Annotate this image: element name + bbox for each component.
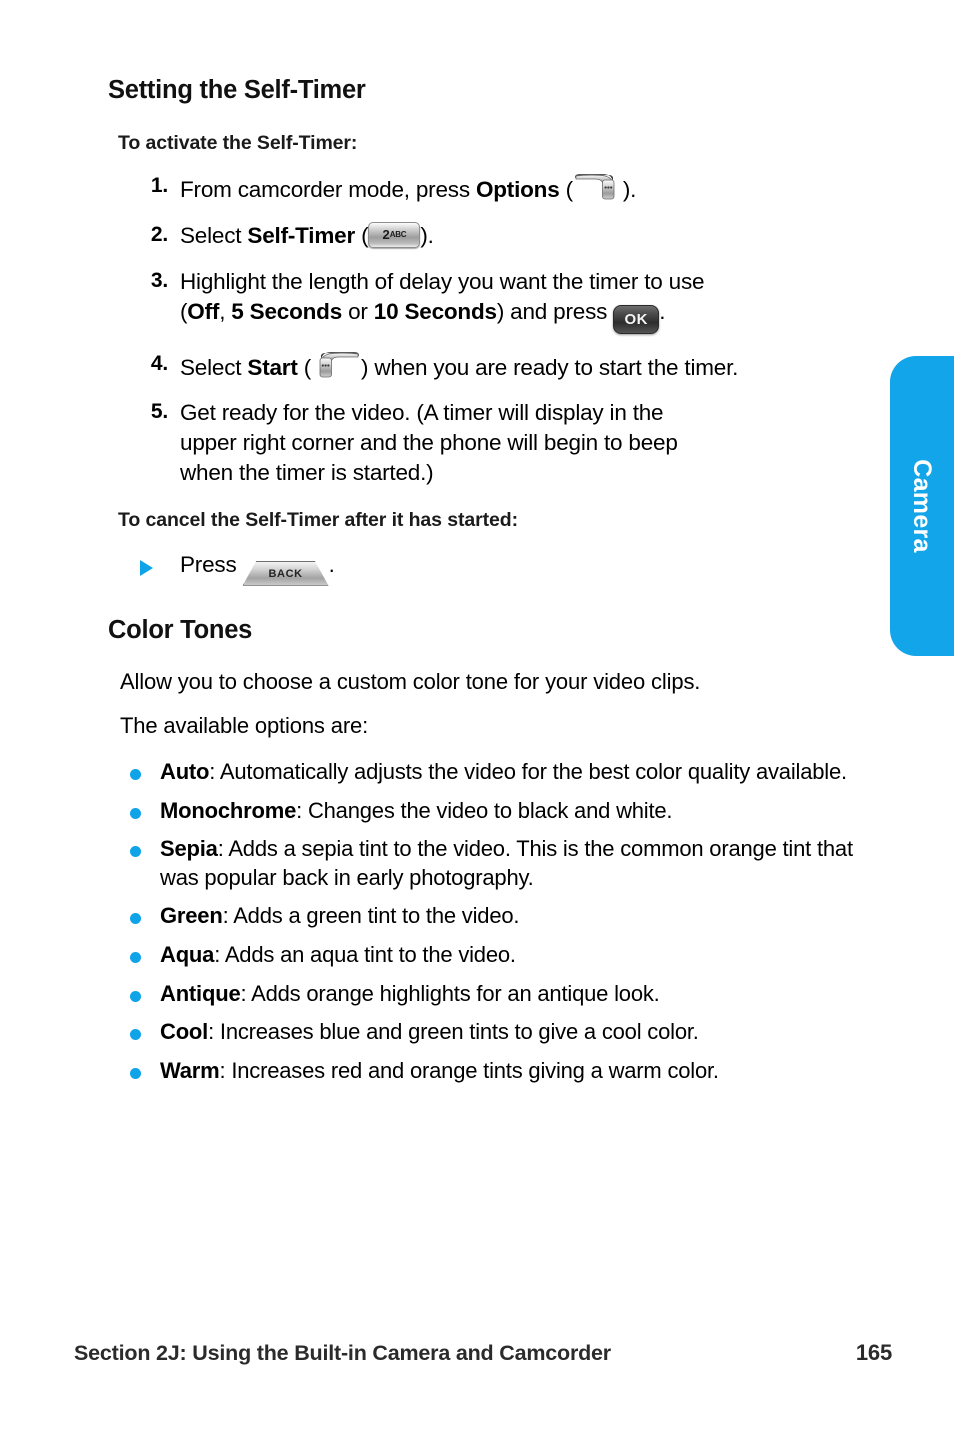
color-tone-name: Sepia bbox=[160, 836, 218, 862]
left-softkey-icon bbox=[311, 350, 361, 380]
step-text: Select bbox=[180, 223, 248, 249]
back-key-icon: BACK bbox=[242, 560, 329, 586]
right-softkey-icon bbox=[573, 172, 623, 202]
step-number: 5. bbox=[150, 400, 168, 424]
dot-bullet-icon bbox=[130, 807, 141, 819]
cancel-step-text: Press bbox=[180, 551, 243, 577]
step-item-1: 1. From camcorder mode, press Options ( bbox=[108, 172, 886, 205]
step-text-after: ). bbox=[420, 223, 434, 249]
cancel-self-timer-list: Press BACK. bbox=[108, 550, 886, 586]
color-tone-name: Warm bbox=[160, 1057, 220, 1083]
color-tone-desc: : Adds orange highlights for an antique … bbox=[240, 980, 660, 1006]
key-digit: 2 bbox=[382, 227, 390, 243]
list-item: Warm: Increases red and orange tints giv… bbox=[108, 1057, 886, 1086]
subheading-activate-self-timer: To activate the Self-Timer: bbox=[118, 132, 358, 155]
color-tone-name: Green bbox=[160, 903, 223, 929]
step-text: From camcorder mode, press bbox=[180, 177, 476, 203]
list-item: Auto: Automatically adjusts the video fo… bbox=[108, 758, 886, 787]
dot-bullet-icon bbox=[130, 1029, 141, 1041]
step-text-mid: ( bbox=[297, 354, 312, 380]
step-text-after: . bbox=[659, 298, 666, 324]
option-sep-2: or bbox=[342, 298, 374, 324]
dot-bullet-icon bbox=[130, 952, 141, 964]
self-timer-steps-list: 1. From camcorder mode, press Options ( bbox=[108, 172, 886, 487]
list-item: Sepia: Adds a sepia tint to the video. T… bbox=[108, 835, 886, 892]
arrow-bullet-icon bbox=[140, 559, 153, 576]
side-tab-label: Camera bbox=[908, 459, 937, 553]
color-tone-desc: : Increases red and orange tints giving … bbox=[219, 1057, 720, 1083]
step-number: 4. bbox=[150, 351, 168, 375]
dot-bullet-icon bbox=[130, 846, 141, 858]
step-text-mid: ( bbox=[559, 177, 574, 203]
option-5-seconds: 5 Seconds bbox=[231, 298, 343, 324]
step-bold-term: Self-Timer bbox=[247, 223, 356, 249]
step-bold-term: Options bbox=[475, 177, 560, 203]
dot-bullet-icon bbox=[130, 990, 141, 1002]
manual-page: Setting the Self-Timer To activate the S… bbox=[0, 0, 954, 1431]
cancel-step-item: Press BACK. bbox=[108, 550, 886, 586]
color-tones-options-lead: The available options are: bbox=[120, 712, 369, 738]
list-item: Cool: Increases blue and green tints to … bbox=[108, 1018, 886, 1047]
list-item: Antique: Adds orange highlights for an a… bbox=[108, 980, 886, 1009]
step-bold-term: Start bbox=[247, 354, 298, 380]
step-text-after: ) when you are ready to start the timer. bbox=[361, 354, 739, 380]
key-2abc-icon: 2ABC bbox=[368, 222, 421, 249]
color-tone-desc: : Changes the video to black and white. bbox=[296, 797, 673, 823]
section-side-tab: Camera bbox=[890, 356, 954, 656]
dot-bullet-icon bbox=[130, 769, 141, 781]
footer-page-number: 165 bbox=[855, 1340, 892, 1365]
color-tone-desc: : Adds an aqua tint to the video. bbox=[214, 942, 516, 968]
option-10-seconds: 10 Seconds bbox=[373, 298, 497, 324]
color-tone-name: Cool bbox=[160, 1019, 209, 1045]
page-title-color-tones: Color Tones bbox=[108, 615, 253, 644]
option-off: Off bbox=[187, 298, 220, 324]
step-item-2: 2. Select Self-Timer (2ABC). bbox=[108, 221, 886, 251]
key-letters: ABC bbox=[389, 230, 407, 240]
color-tones-options-list: Auto: Automatically adjusts the video fo… bbox=[108, 758, 886, 1085]
page-title-self-timer: Setting the Self-Timer bbox=[108, 76, 366, 104]
color-tones-intro: Allow you to choose a custom color tone … bbox=[120, 668, 701, 694]
color-tone-desc: : Adds a sepia tint to the video. This i… bbox=[160, 836, 853, 890]
cancel-step-text-after: . bbox=[328, 551, 335, 577]
step-number: 3. bbox=[150, 268, 168, 292]
list-item: Green: Adds a green tint to the video. bbox=[108, 902, 886, 931]
step-line-2: upper right corner and the phone will be… bbox=[180, 429, 678, 455]
list-item: Monochrome: Changes the video to black a… bbox=[108, 797, 886, 826]
color-tone-desc: : Automatically adjusts the video for th… bbox=[209, 759, 847, 785]
step-line-2-mid: ) and press bbox=[496, 298, 614, 324]
list-item: Aqua: Adds an aqua tint to the video. bbox=[108, 941, 886, 970]
ok-key-icon: OK bbox=[613, 304, 660, 334]
step-line-1: Get ready for the video. (A timer will d… bbox=[180, 400, 664, 426]
step-text: Select bbox=[180, 354, 248, 380]
subheading-cancel-self-timer: To cancel the Self-Timer after it has st… bbox=[118, 509, 518, 532]
color-tone-name: Auto bbox=[160, 759, 210, 785]
step-item-3: 3. Highlight the length of delay you want… bbox=[108, 267, 886, 334]
color-tone-name: Monochrome bbox=[160, 797, 297, 823]
option-sep-1: , bbox=[219, 298, 232, 324]
color-tone-desc: : Adds a green tint to the video. bbox=[222, 903, 520, 929]
step-text-after: ). bbox=[622, 177, 637, 203]
page-content: Setting the Self-Timer To activate the S… bbox=[108, 76, 886, 1095]
step-number: 1. bbox=[150, 174, 168, 198]
color-tone-desc: : Increases blue and green tints to give… bbox=[208, 1019, 699, 1045]
page-footer: Section 2J: Using the Built-in Camera an… bbox=[74, 1340, 892, 1366]
step-item-5: 5. Get ready for the video. (A timer will… bbox=[108, 398, 886, 487]
step-item-4: 4. Select Start ( ) when you are ready to… bbox=[108, 350, 886, 383]
step-text-mid: ( bbox=[355, 223, 369, 249]
step-line-3: when the timer is started.) bbox=[180, 459, 434, 485]
color-tone-name: Aqua bbox=[160, 942, 215, 968]
dot-bullet-icon bbox=[130, 913, 141, 925]
step-number: 2. bbox=[150, 223, 168, 247]
footer-section-title: Section 2J: Using the Built-in Camera an… bbox=[74, 1341, 611, 1365]
color-tone-name: Antique bbox=[160, 980, 241, 1006]
dot-bullet-icon bbox=[130, 1067, 141, 1079]
step-line-1: Highlight the length of delay you want t… bbox=[180, 268, 705, 294]
